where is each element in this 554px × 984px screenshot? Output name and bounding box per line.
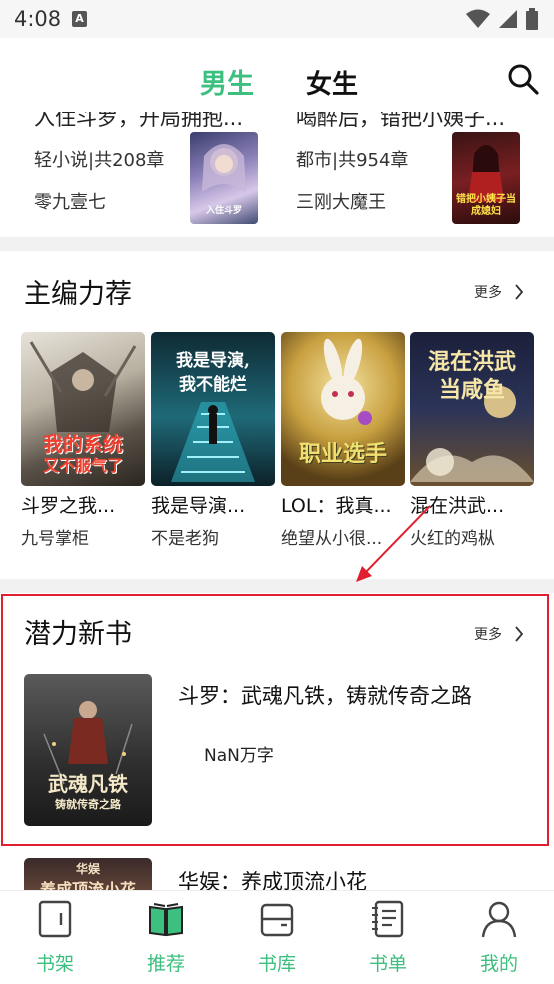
book-title: 喝醉后，错把小姨子...: [296, 112, 506, 130]
cover-title: 错把小姨子当成媳妇: [456, 194, 516, 217]
cover-title: 武魂凡铁: [48, 772, 128, 796]
book-title: 斗罗之我...: [21, 495, 116, 517]
bottom-nav: 书架 推荐 书库 书单 我的: [0, 890, 554, 984]
book-cover: 职业选手: [281, 332, 405, 486]
chevron-right-icon: [515, 626, 524, 642]
book-title[interactable]: 斗罗：武魂凡铁，铸就传奇之路: [178, 680, 472, 710]
grid-book[interactable]: 我的系统 又不服气了 斗罗之我... 九号掌柜: [21, 332, 145, 549]
book-cover[interactable]: 武魂凡铁 铸就传奇之路: [24, 674, 152, 826]
book-cover: 混在洪武 当咸鱼: [410, 332, 534, 486]
bookshelf-icon: [38, 900, 72, 938]
book-author: 九号掌柜: [21, 529, 89, 549]
tab-male[interactable]: 男生: [200, 62, 254, 101]
grid-book[interactable]: 我是导演, 我不能烂 我是导演... 不是老狗: [151, 332, 275, 549]
section-title-new-books: 潜力新书: [24, 619, 132, 650]
nav-label: 书库: [257, 953, 296, 975]
top-header: 男生 女生: [0, 38, 554, 118]
book-author: 绝望从小很...: [281, 529, 383, 549]
cover-subtitle: 我不能烂: [179, 375, 247, 395]
grid-book[interactable]: 职业选手 LOL：我真... 绝望从小很...: [281, 332, 405, 549]
nav-label: 推荐: [146, 953, 185, 975]
nav-label: 我的: [479, 953, 518, 975]
book-author: 火红的鸡枞: [410, 529, 495, 549]
book-cover: 我的系统 又不服气了: [21, 332, 145, 486]
book-title: 我是导演...: [151, 495, 246, 517]
cover-title: 职业选手: [298, 441, 387, 467]
section-divider: [0, 237, 554, 251]
profile-icon: [481, 901, 517, 938]
recommend-book-icon: [149, 903, 183, 937]
section-divider: [0, 579, 554, 593]
booklist-icon: [372, 900, 404, 938]
book-cover[interactable]: 错把小姨子当成媳妇: [452, 132, 520, 224]
book-meta: 都市|共954章: [296, 150, 409, 171]
cover-title: 华娱: [75, 862, 100, 876]
book-title: LOL：我真...: [281, 495, 392, 517]
book-author: 不是老狗: [151, 529, 219, 549]
status-bar: 4:08 A: [0, 0, 554, 38]
book-title: 混在洪武...: [410, 495, 505, 517]
cover-subtitle: 又不服气了: [42, 456, 123, 475]
search-icon[interactable]: [506, 62, 540, 96]
chevron-right-icon: [515, 284, 524, 300]
grid-book[interactable]: 混在洪武 当咸鱼 混在洪武... 火红的鸡枞: [410, 332, 534, 549]
nav-label: 书架: [35, 953, 74, 975]
nav-label: 书单: [368, 953, 407, 975]
status-icons: [466, 8, 538, 30]
word-count: NaN万字: [204, 746, 274, 766]
section-title-editor-picks: 主编力荐: [24, 279, 132, 310]
more-button[interactable]: 更多: [474, 624, 524, 644]
cover-subtitle: 当咸鱼: [438, 377, 505, 403]
book-cover: 我是导演, 我不能烂: [151, 332, 275, 486]
book-title: 入住斗罗，开局拥抱...: [34, 112, 244, 130]
status-time: 4:08: [14, 7, 62, 31]
more-label: 更多: [474, 285, 502, 301]
more-button[interactable]: 更多: [474, 282, 524, 302]
book-meta: 轻小说|共208章: [34, 150, 165, 171]
battery-icon: [526, 8, 538, 30]
book-author: 零九壹七: [34, 192, 106, 213]
cover-subtitle: 铸就传奇之路: [55, 798, 121, 811]
more-label: 更多: [474, 627, 502, 643]
notification-icon: A: [72, 11, 87, 27]
wifi-icon: [466, 9, 490, 28]
cover-title: 我是导演,: [176, 351, 250, 371]
cover-title: 入住斗罗: [205, 206, 242, 216]
book-cover[interactable]: 入住斗罗: [190, 132, 258, 224]
partial-book-row: 入住斗罗，开局拥抱... 轻小说|共208章 零九壹七 入住斗罗 喝醉后，错把小…: [0, 112, 554, 236]
library-icon: [260, 903, 294, 937]
book-author: 三刚大魔王: [296, 192, 386, 213]
signal-icon: [499, 10, 517, 28]
tab-female[interactable]: 女生: [306, 64, 358, 101]
